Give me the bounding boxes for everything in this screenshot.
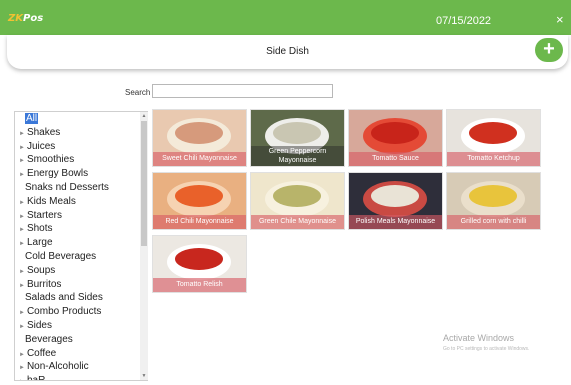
category-item[interactable]: ► Large [19, 237, 53, 248]
scroll-thumb[interactable] [141, 121, 147, 246]
category-item[interactable]: ► Combo Products [19, 306, 101, 317]
product-label: Tomatto Sauce [349, 152, 442, 166]
category-item[interactable]: ► Kids Meals [19, 196, 76, 207]
page-header: Side Dish [7, 35, 568, 69]
product-tile[interactable]: Red Chili Mayonnaise [152, 172, 247, 230]
expand-arrow-icon[interactable]: ► [19, 269, 25, 275]
category-label: Burritos [26, 278, 62, 290]
product-label: Grilled corn with chilli [447, 215, 540, 229]
category-item[interactable]: ► Shakes [19, 127, 60, 138]
product-tile[interactable]: Sweet Chili Mayonnaise [152, 109, 247, 167]
product-tile[interactable]: Polish Meals Mayonnaise [348, 172, 443, 230]
category-label: Juices [26, 140, 56, 152]
category-item[interactable]: Salads and Sides [19, 292, 103, 303]
product-label: Polish Meals Mayonnaise [349, 215, 442, 229]
category-label: Starters [26, 209, 62, 221]
category-item[interactable]: ► Energy Bowls [19, 168, 88, 179]
product-label: Green Peppercorn Mayonnaise [251, 146, 344, 166]
category-label: Combo Products [26, 306, 102, 318]
category-label: Non-Alcoholic [26, 361, 89, 373]
category-item[interactable]: Cold Beverages [19, 251, 96, 262]
app-logo: ZKPos [8, 13, 44, 24]
expand-arrow-icon[interactable]: ► [19, 241, 25, 247]
category-item[interactable]: ► Non-Alcoholic [19, 361, 89, 372]
expand-arrow-icon[interactable]: ► [19, 200, 25, 206]
expand-arrow-icon[interactable]: ► [19, 227, 25, 233]
category-label: Smoothies [26, 154, 75, 166]
activation-watermark-subtitle: Go to PC settings to activate Windows. [443, 346, 530, 352]
scroll-up-icon[interactable]: ▲ [141, 113, 147, 119]
expand-arrow-icon[interactable]: ► [19, 131, 25, 137]
expand-arrow-icon[interactable]: ► [19, 310, 25, 316]
category-label: Coffee [26, 347, 57, 359]
product-label: Green Chile Mayonnaise [251, 215, 344, 229]
expand-arrow-icon[interactable]: ► [19, 214, 25, 220]
current-date: 07/15/2022 [436, 15, 492, 27]
search-label: Search [125, 88, 151, 97]
add-button[interactable]: + [535, 38, 563, 62]
expand-arrow-icon[interactable]: ► [19, 158, 25, 164]
product-label: Sweet Chili Mayonnaise [153, 152, 246, 166]
category-label: baR [26, 375, 46, 381]
product-tile[interactable]: Tomatto Relish [152, 235, 247, 293]
category-label: Soups [26, 264, 56, 276]
expand-arrow-icon[interactable]: ► [19, 352, 25, 358]
category-item[interactable]: Snaks nd Desserts [19, 182, 109, 193]
expand-arrow-icon[interactable]: ► [19, 365, 25, 371]
category-item[interactable]: ►baR [19, 375, 46, 381]
scroll-down-icon[interactable]: ▼ [141, 373, 147, 379]
category-item[interactable]: ► Starters [19, 210, 62, 221]
category-item[interactable]: ► Smoothies [19, 154, 74, 165]
category-item[interactable]: ► Coffee [19, 348, 56, 359]
category-item[interactable]: ► Sides [19, 320, 52, 331]
category-item[interactable]: Beverages [19, 334, 73, 345]
product-label: Red Chili Mayonnaise [153, 215, 246, 229]
category-label: Kids Meals [26, 195, 76, 207]
expand-arrow-icon[interactable]: ► [19, 283, 25, 289]
product-tile[interactable]: Tomatto Ketchup [446, 109, 541, 167]
category-label: Beverages [25, 333, 73, 345]
activation-watermark-title: Activate Windows [443, 333, 515, 343]
category-label: Large [26, 237, 53, 249]
category-item[interactable]: ► Juices [19, 141, 55, 152]
expand-arrow-icon[interactable]: ► [19, 172, 25, 178]
category-label: Shots [26, 223, 53, 235]
category-label: Energy Bowls [26, 168, 89, 180]
expand-arrow-icon[interactable]: ► [19, 324, 25, 330]
product-tile[interactable]: Green Chile Mayonnaise [250, 172, 345, 230]
product-tile[interactable]: Tomatto Sauce [348, 109, 443, 167]
product-tile[interactable]: Green Peppercorn Mayonnaise [250, 109, 345, 167]
search-input[interactable] [152, 84, 333, 98]
category-item[interactable]: ► Soups [19, 265, 55, 276]
product-tile[interactable]: Grilled corn with chilli [446, 172, 541, 230]
category-label: Sides [26, 320, 52, 331]
category-label: Shakes [26, 126, 61, 138]
category-item[interactable]: ► Burritos [19, 279, 61, 290]
expand-arrow-icon[interactable]: ► [19, 379, 25, 380]
category-item[interactable]: ► Shots [19, 223, 53, 234]
close-icon[interactable]: × [556, 12, 564, 27]
category-scrollbar[interactable]: ▲ ▼ [140, 112, 148, 380]
page-title: Side Dish [266, 46, 309, 57]
category-label: Snaks nd Desserts [25, 182, 109, 193]
top-bar: ZKPos 07/15/2022 × [0, 0, 571, 35]
category-label: Cold Beverages [25, 251, 97, 262]
expand-arrow-icon[interactable]: ► [19, 145, 25, 151]
category-item[interactable]: All [19, 113, 39, 124]
product-label: Tomatto Ketchup [447, 152, 540, 166]
category-list[interactable]: All ► Shakes ► Juices ► Smoothies ► Energy Bowls… [14, 111, 148, 381]
category-label: Salads and Sides [25, 292, 103, 304]
category-label: All [25, 113, 39, 124]
product-label: Tomatto Relish [153, 278, 246, 292]
